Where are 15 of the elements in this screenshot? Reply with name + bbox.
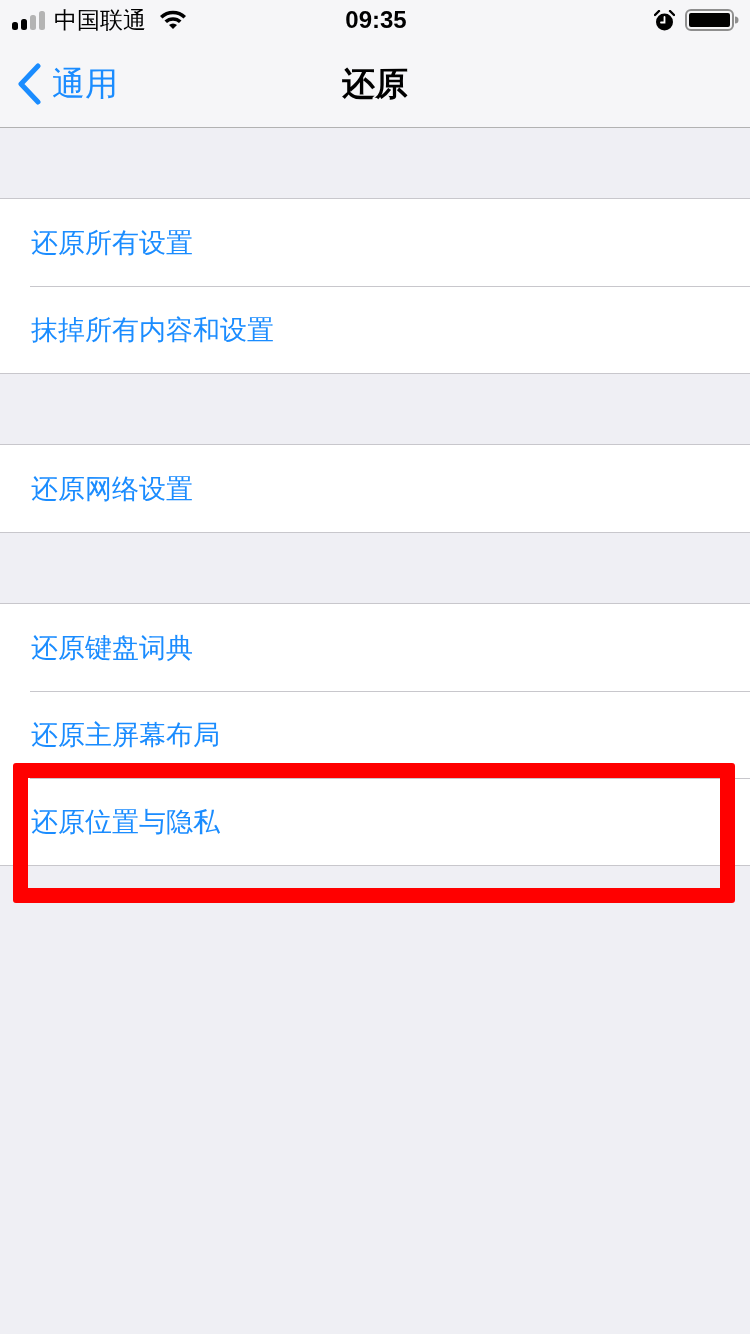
reset-option[interactable]: 还原网络设置 — [30, 445, 750, 532]
back-chevron-icon — [17, 62, 43, 105]
battery-icon — [685, 9, 740, 31]
wifi-icon — [159, 10, 187, 30]
signal-icon — [12, 10, 46, 30]
reset-option[interactable]: 还原位置与隐私 — [30, 778, 750, 865]
reset-option[interactable]: 还原键盘词典 — [30, 604, 750, 691]
carrier-name: 中国联通 — [54, 6, 146, 34]
reset-option[interactable]: 抹掉所有内容和设置 — [30, 286, 750, 373]
reset-option[interactable]: 还原所有设置 — [30, 199, 750, 286]
alarm-clock-icon — [654, 9, 675, 31]
status-time: 09:35 — [345, 6, 407, 34]
back-button[interactable]: 通用 — [0, 61, 122, 106]
reset-option[interactable]: 还原主屏幕布局 — [30, 691, 750, 778]
page-title: 还原 — [342, 62, 408, 105]
